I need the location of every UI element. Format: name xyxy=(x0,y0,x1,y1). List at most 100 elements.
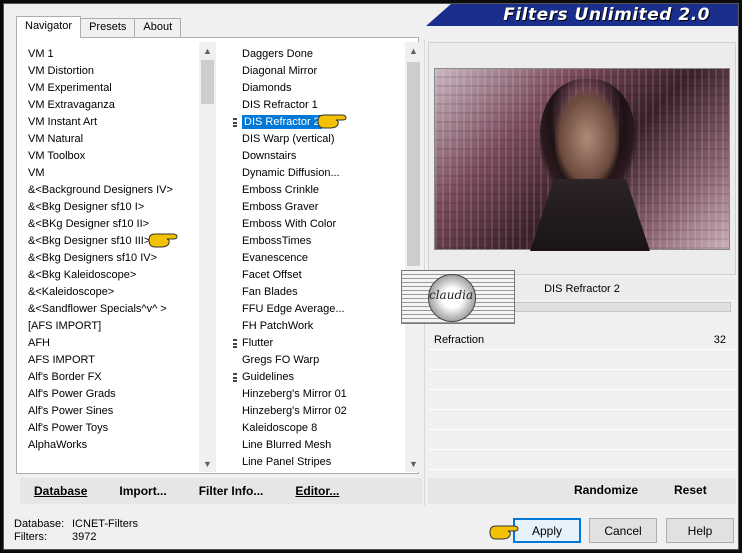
filter-label: FH PatchWork xyxy=(242,320,314,332)
editor-button[interactable]: Editor... xyxy=(295,484,339,498)
filter-label: Kaleidoscope 8 xyxy=(242,422,318,434)
help-button[interactable]: Help xyxy=(666,518,734,543)
category-item[interactable]: &<Bkg Designers sf10 IV> xyxy=(28,250,216,267)
filter-label: Flutter xyxy=(242,337,274,349)
parameter-row-empty xyxy=(428,390,736,410)
category-item[interactable]: VM 1 xyxy=(28,46,216,63)
tab-strip: Navigator Presets About xyxy=(16,16,182,38)
filter-item[interactable]: FH PatchWork xyxy=(234,318,422,335)
category-item[interactable]: VM Extravaganza xyxy=(28,97,216,114)
category-item[interactable]: VM Toolbox xyxy=(28,148,216,165)
parameter-row[interactable]: Refraction 32 xyxy=(428,330,736,350)
filter-item[interactable]: Emboss With Color xyxy=(234,216,422,233)
category-item[interactable]: VM Experimental xyxy=(28,80,216,97)
preview-image xyxy=(434,68,730,251)
filter-label: Facet Offset xyxy=(242,269,302,281)
apply-button[interactable]: Apply xyxy=(513,518,581,543)
pointing-hand-icon xyxy=(488,523,519,541)
category-label: VM Distortion xyxy=(28,65,95,77)
category-item[interactable]: &<BKg Designer sf10 II> xyxy=(28,216,216,233)
filter-item[interactable]: Diagonal Mirror xyxy=(234,63,422,80)
category-item[interactable]: [AFS IMPORT] xyxy=(28,318,216,335)
category-item[interactable]: AFH xyxy=(28,335,216,352)
filter-item[interactable]: Line Blurred Mesh xyxy=(234,437,422,454)
filter-info-button[interactable]: Filter Info... xyxy=(199,484,264,498)
parameter-panel: Refraction 32 xyxy=(428,330,736,474)
tab-presets[interactable]: Presets xyxy=(80,18,136,38)
logo-text: claudia xyxy=(429,288,474,302)
filter-item[interactable]: Hinzeberg's Mirror 01 xyxy=(234,386,422,403)
category-item[interactable]: Alf's Power Toys xyxy=(28,420,216,437)
preview-frame xyxy=(428,42,736,275)
category-label: Alf's Power Sines xyxy=(28,405,114,417)
filter-item[interactable]: Downstairs xyxy=(234,148,422,165)
filter-item[interactable]: Diamonds xyxy=(234,80,422,97)
category-scroll-thumb[interactable] xyxy=(201,60,214,104)
category-label: &<Background Designers IV> xyxy=(28,184,173,196)
filter-item[interactable]: Emboss Graver xyxy=(234,199,422,216)
filter-label: Emboss Crinkle xyxy=(242,184,320,196)
filter-item[interactable]: DIS Warp (vertical) xyxy=(234,131,422,148)
filter-label: Diamonds xyxy=(242,82,292,94)
category-item[interactable]: VM Natural xyxy=(28,131,216,148)
filter-item[interactable]: Line Panel Stripes xyxy=(234,454,422,471)
category-item[interactable]: AlphaWorks xyxy=(28,437,216,454)
scroll-down-icon[interactable]: ▼ xyxy=(199,455,216,472)
scroll-up-icon[interactable]: ▲ xyxy=(199,42,216,59)
category-item[interactable]: &<Bkg Kaleidoscope> xyxy=(28,267,216,284)
filter-label: Downstairs xyxy=(242,150,297,162)
category-item[interactable]: VM xyxy=(28,165,216,182)
category-label: &<BKg Designer sf10 II> xyxy=(28,218,150,230)
filter-item[interactable]: FFU Edge Average... xyxy=(234,301,422,318)
filter-item[interactable]: Dynamic Diffusion... xyxy=(234,165,422,182)
tab-navigator[interactable]: Navigator xyxy=(16,16,82,38)
scroll-up-icon[interactable]: ▲ xyxy=(405,42,422,59)
category-item[interactable]: Alf's Border FX xyxy=(28,369,216,386)
filter-scrollbar[interactable]: ▲ ▼ xyxy=(405,42,422,472)
category-label: &<Bkg Designer sf10 I> xyxy=(28,201,145,213)
filter-item[interactable]: Emboss Crinkle xyxy=(234,182,422,199)
filter-scroll-thumb[interactable] xyxy=(407,62,420,266)
category-item[interactable]: Alf's Power Grads xyxy=(28,386,216,403)
filter-item[interactable]: Evanescence xyxy=(234,250,422,267)
category-label: VM Extravaganza xyxy=(28,99,115,111)
filters-count: 3972 xyxy=(72,531,97,543)
filter-label: Evanescence xyxy=(242,252,309,264)
category-item[interactable]: AFS IMPORT xyxy=(28,352,216,369)
filter-item[interactable]: Guidelines xyxy=(233,369,422,386)
category-item[interactable]: VM Distortion xyxy=(28,63,216,80)
preset-marker-icon xyxy=(233,118,237,127)
filter-label: Dynamic Diffusion... xyxy=(242,167,340,179)
database-label: Database: xyxy=(14,518,65,530)
category-item[interactable]: &<Background Designers IV> xyxy=(28,182,216,199)
category-item[interactable]: &<Bkg Designer sf10 I> xyxy=(28,199,216,216)
filter-item[interactable]: Kaleidoscope 8 xyxy=(234,420,422,437)
pointing-hand-icon xyxy=(147,231,178,249)
category-item[interactable]: &<Bkg Designer sf10 III> xyxy=(28,233,216,250)
category-scrollbar[interactable]: ▲ ▼ xyxy=(199,42,216,472)
filter-item[interactable]: Fan Blades xyxy=(234,284,422,301)
category-item[interactable]: VM Instant Art xyxy=(28,114,216,131)
category-label: &<Bkg Kaleidoscope> xyxy=(28,269,137,281)
randomize-button[interactable]: Randomize xyxy=(574,483,638,497)
filter-item[interactable]: Hinzeberg's Mirror 02 xyxy=(234,403,422,420)
import-button[interactable]: Import... xyxy=(119,484,166,498)
category-item[interactable]: &<Sandflower Specials^v^ > xyxy=(28,301,216,318)
reset-button[interactable]: Reset xyxy=(674,483,707,497)
filter-label: Line Blurred Mesh xyxy=(242,439,332,451)
scroll-down-icon[interactable]: ▼ xyxy=(405,455,422,472)
category-list[interactable]: VM 1 VM Distortion VM Experimental VM Extra… xyxy=(20,42,216,472)
category-item[interactable]: Alf's Power Sines xyxy=(28,403,216,420)
filter-label: Gregs FO Warp xyxy=(242,354,320,366)
filter-item[interactable]: EmbossTimes xyxy=(234,233,422,250)
filter-item[interactable]: Flutter xyxy=(233,335,422,352)
filter-item[interactable]: Facet Offset xyxy=(234,267,422,284)
preset-marker-icon xyxy=(233,339,237,348)
filter-item[interactable]: Gregs FO Warp xyxy=(234,352,422,369)
filter-item[interactable]: Daggers Done xyxy=(234,46,422,63)
tab-about[interactable]: About xyxy=(134,18,182,38)
cancel-button[interactable]: Cancel xyxy=(589,518,657,543)
filter-list[interactable]: Daggers Done Diagonal Mirror Diamonds DIS R… xyxy=(226,42,422,472)
category-item[interactable]: &<Kaleidoscope> xyxy=(28,284,216,301)
database-button[interactable]: Database xyxy=(34,484,87,498)
